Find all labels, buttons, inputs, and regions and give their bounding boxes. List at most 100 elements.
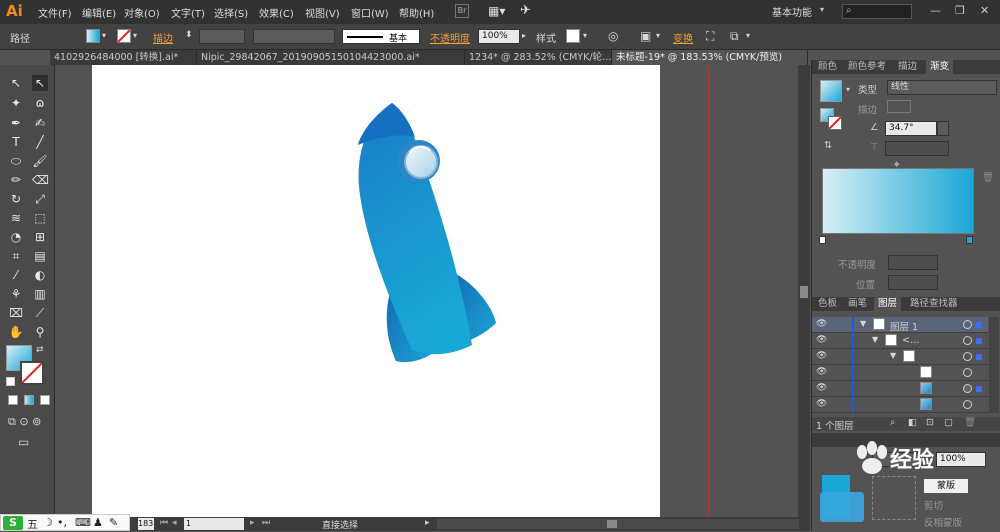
drawing-modes-icon[interactable]: ⧉ ⊙ ⊚: [8, 415, 41, 429]
menu-window[interactable]: 窗口(W): [351, 5, 389, 20]
magic-wand-tool-icon[interactable]: ✦: [8, 95, 24, 111]
selection-indicator[interactable]: [976, 386, 982, 392]
screen-mode-icon[interactable]: ▭: [18, 435, 29, 449]
none-mode-icon[interactable]: [40, 395, 50, 405]
scale-tool-icon[interactable]: ⤢: [32, 191, 48, 207]
paintbrush-tool-icon[interactable]: 🖌: [32, 153, 48, 169]
menu-type[interactable]: 文字(T): [171, 5, 205, 20]
tab-brushes[interactable]: 画笔: [844, 297, 871, 311]
selection-indicator[interactable]: [976, 338, 982, 344]
layer-row[interactable]: 👁 ▼ 图层 1: [812, 317, 988, 333]
workspace-switcher[interactable]: 基本功能: [772, 4, 812, 19]
pencil-tool-icon[interactable]: ✏: [8, 172, 24, 188]
make-clipping-mask-icon[interactable]: ◧: [908, 417, 917, 428]
menu-view[interactable]: 视图(V): [305, 5, 340, 20]
tab-swatches[interactable]: 色板: [814, 297, 841, 311]
selection-indicator[interactable]: [976, 354, 982, 360]
chevron-down-icon[interactable]: ▾: [656, 31, 660, 40]
zoom-tool-icon[interactable]: ⚲: [32, 324, 48, 340]
layer-row[interactable]: 👁: [812, 365, 988, 381]
pen-tool-icon[interactable]: ✒: [8, 115, 24, 131]
chevron-right-icon[interactable]: ▸: [522, 31, 526, 40]
settings-wrench-icon[interactable]: ✎: [109, 516, 118, 529]
selection-indicator[interactable]: [976, 322, 982, 328]
opacity-label[interactable]: 不透明度: [430, 30, 470, 45]
menu-file[interactable]: 文件(F): [38, 5, 72, 20]
graphic-style-swatch[interactable]: [566, 29, 580, 43]
gradient-thumbnail[interactable]: [820, 80, 842, 102]
gradient-stop-start[interactable]: [819, 236, 826, 244]
layers-scrollbar[interactable]: [989, 317, 999, 413]
chevron-down-icon[interactable]: ▾: [820, 5, 824, 14]
chevron-down-icon[interactable]: ▾: [583, 31, 587, 40]
minimize-button[interactable]: —: [930, 4, 941, 17]
slice-tool-icon[interactable]: ⟋: [32, 305, 48, 321]
stroke-weight-stepper[interactable]: ⬍: [185, 30, 193, 40]
layer-name[interactable]: <…: [902, 335, 919, 346]
menu-select[interactable]: 选择(S): [214, 5, 248, 20]
gradient-stroke-box[interactable]: [828, 116, 842, 130]
shape-builder-tool-icon[interactable]: ◔: [8, 229, 24, 245]
rocket-illustration[interactable]: [92, 65, 660, 518]
select-similar-icon[interactable]: ⧉: [730, 29, 739, 44]
warp-tool-icon[interactable]: ≋: [8, 210, 24, 226]
chevron-down-icon[interactable]: ▾: [846, 85, 850, 94]
layer-row[interactable]: 👁 ▼ <…: [812, 333, 988, 349]
help-search-input[interactable]: ⌕: [842, 4, 912, 19]
tab-document-active[interactable]: 未标题-19* @ 183.53% (CMYK/预览): [612, 50, 808, 65]
transform-link[interactable]: 变换: [673, 30, 693, 45]
sogou-logo[interactable]: S: [3, 516, 23, 530]
tab-document-3[interactable]: 1234* @ 283.52% (CMYK/轮…: [465, 50, 612, 65]
stroke-weight-dropdown[interactable]: [199, 29, 245, 44]
target-icon[interactable]: [963, 352, 972, 361]
menu-help[interactable]: 帮助(H): [399, 5, 434, 20]
lasso-tool-icon[interactable]: ɷ: [32, 95, 48, 111]
chevron-down-icon[interactable]: ▾: [102, 31, 106, 40]
variable-width-profile[interactable]: [253, 29, 335, 44]
tab-stroke[interactable]: 描边: [894, 60, 921, 74]
eye-icon[interactable]: 👁: [816, 319, 827, 329]
reverse-gradient-icon[interactable]: ⇅: [824, 140, 832, 151]
eye-icon[interactable]: 👁: [816, 383, 827, 393]
moon-icon[interactable]: ☽: [43, 516, 53, 529]
symbol-sprayer-tool-icon[interactable]: ⚘: [8, 286, 24, 302]
scrollbar-thumb[interactable]: [607, 520, 617, 528]
layer-row[interactable]: 👁: [812, 381, 988, 397]
stop-opacity-field[interactable]: [888, 255, 938, 270]
type-tool-icon[interactable]: T: [8, 134, 24, 150]
tab-layers[interactable]: 图层: [874, 297, 902, 311]
align-icon[interactable]: ▣: [640, 29, 651, 43]
perspective-grid-tool-icon[interactable]: ⊞: [32, 229, 48, 245]
free-transform-tool-icon[interactable]: ⬚: [32, 210, 48, 226]
target-icon[interactable]: [963, 400, 972, 409]
mesh-tool-icon[interactable]: ⌗: [8, 248, 24, 264]
gradient-stop-end[interactable]: [966, 236, 973, 244]
gradient-mode-icon[interactable]: [24, 395, 34, 405]
stop-position-field[interactable]: [888, 275, 938, 290]
hand-tool-icon[interactable]: ✋: [8, 324, 24, 340]
gradient-tool-icon[interactable]: ▤: [32, 248, 48, 264]
new-sublayer-icon[interactable]: ⊡: [926, 417, 934, 428]
isolate-object-icon[interactable]: ⛶: [706, 29, 714, 44]
swap-colors-icon[interactable]: ⇄: [36, 345, 44, 355]
default-colors-icon[interactable]: [6, 377, 15, 386]
selection-tool-icon[interactable]: ↖: [8, 75, 24, 91]
menu-object[interactable]: 对象(O): [124, 5, 160, 20]
target-icon[interactable]: [963, 320, 972, 329]
ellipse-tool-icon[interactable]: ⬭: [8, 153, 24, 169]
arrange-documents-icon[interactable]: ▦▾: [488, 4, 506, 18]
eyedropper-tool-icon[interactable]: ⁄: [8, 267, 24, 283]
disclosure-triangle-icon[interactable]: ▼: [872, 335, 878, 344]
target-icon[interactable]: [963, 368, 972, 377]
artboard-tool-icon[interactable]: ⌧: [8, 305, 24, 321]
punctuation-icon[interactable]: •,: [57, 516, 67, 529]
chevron-down-icon[interactable]: ▾: [133, 31, 137, 40]
layer-name[interactable]: 图层 1: [890, 319, 918, 333]
layer-row[interactable]: 👁 ▼: [812, 349, 988, 365]
artboard[interactable]: [92, 65, 660, 518]
maximize-button[interactable]: ❐: [955, 4, 965, 17]
menu-effect[interactable]: 效果(C): [259, 5, 294, 20]
bridge-icon[interactable]: Br: [455, 4, 469, 18]
eye-icon[interactable]: 👁: [816, 351, 827, 361]
color-mode-icon[interactable]: [8, 395, 18, 405]
